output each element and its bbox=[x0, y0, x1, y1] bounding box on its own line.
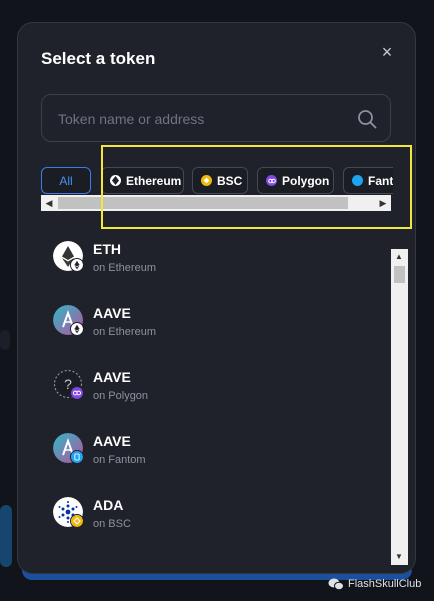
search-box bbox=[41, 94, 391, 142]
token-row-aave-ethereum[interactable]: AAVE on Ethereum bbox=[53, 305, 373, 349]
token-row-aave-fantom[interactable]: AAVE on Fantom bbox=[53, 433, 373, 477]
scrollbar-thumb[interactable] bbox=[58, 197, 348, 209]
filter-chip-polygon[interactable]: Polygon bbox=[257, 167, 334, 194]
token-symbol: ETH bbox=[93, 241, 121, 257]
polygon-icon bbox=[266, 175, 277, 186]
filter-chip-label: Ethereum bbox=[126, 173, 182, 188]
chat-bubbles-icon bbox=[328, 578, 344, 591]
scroll-down-icon[interactable]: ▼ bbox=[394, 552, 404, 562]
token-symbol: AAVE bbox=[93, 305, 131, 321]
watermark: FlashSkullClub bbox=[328, 577, 421, 591]
filter-chip-fantom[interactable]: Fantom bbox=[343, 167, 393, 194]
polygon-badge-icon bbox=[70, 386, 84, 400]
network-filter-bar: All Ethereum BSC Polygon Fantom bbox=[41, 167, 393, 195]
bsc-badge-icon bbox=[70, 514, 84, 528]
ethereum-badge-icon bbox=[70, 322, 84, 336]
filter-chip-bsc[interactable]: BSC bbox=[192, 167, 248, 194]
filter-chip-all[interactable]: All bbox=[41, 167, 91, 194]
close-icon[interactable]: × bbox=[377, 42, 397, 62]
fantom-icon bbox=[352, 175, 363, 186]
token-row-ada-bsc[interactable]: ADA on BSC bbox=[53, 497, 373, 541]
token-select-modal: Select a token × All Ethereum BSC bbox=[17, 22, 416, 574]
token-network: on Polygon bbox=[93, 390, 149, 402]
token-symbol: ADA bbox=[93, 497, 124, 513]
ethereum-badge-icon bbox=[70, 258, 84, 272]
token-network: on Ethereum bbox=[93, 326, 156, 338]
backdrop-shape bbox=[0, 330, 10, 350]
token-network: on BSC bbox=[93, 518, 131, 530]
filter-chip-label: Fantom bbox=[368, 173, 393, 188]
backdrop-shape bbox=[0, 505, 12, 567]
token-symbol: AAVE bbox=[93, 433, 131, 449]
modal-title: Select a token bbox=[41, 49, 156, 68]
scroll-right-icon[interactable]: ▶ bbox=[378, 198, 388, 208]
token-row-aave-polygon[interactable]: ? AAVE on Polygon bbox=[53, 369, 373, 413]
vertical-scrollbar[interactable]: ▲ ▼ bbox=[391, 249, 408, 565]
token-symbol: AAVE bbox=[93, 369, 131, 385]
horizontal-scrollbar[interactable]: ◀ ▶ bbox=[41, 195, 391, 211]
bsc-icon bbox=[201, 175, 212, 186]
filter-chip-label: Polygon bbox=[282, 173, 330, 188]
search-input[interactable] bbox=[58, 108, 348, 130]
token-network: on Fantom bbox=[93, 454, 146, 466]
scroll-up-icon[interactable]: ▲ bbox=[394, 252, 404, 262]
token-row-eth-ethereum[interactable]: ETH on Ethereum bbox=[53, 241, 373, 285]
filter-chip-label: BSC bbox=[217, 173, 243, 188]
watermark-text: FlashSkullClub bbox=[348, 578, 422, 590]
fantom-badge-icon bbox=[70, 450, 84, 464]
token-network: on Ethereum bbox=[93, 262, 156, 274]
scroll-left-icon[interactable]: ◀ bbox=[44, 198, 54, 208]
ethereum-icon bbox=[110, 175, 121, 186]
search-icon[interactable] bbox=[356, 108, 378, 130]
filter-chip-ethereum[interactable]: Ethereum bbox=[101, 167, 184, 194]
filter-chip-label: All bbox=[59, 173, 73, 188]
scrollbar-thumb[interactable] bbox=[394, 266, 405, 283]
